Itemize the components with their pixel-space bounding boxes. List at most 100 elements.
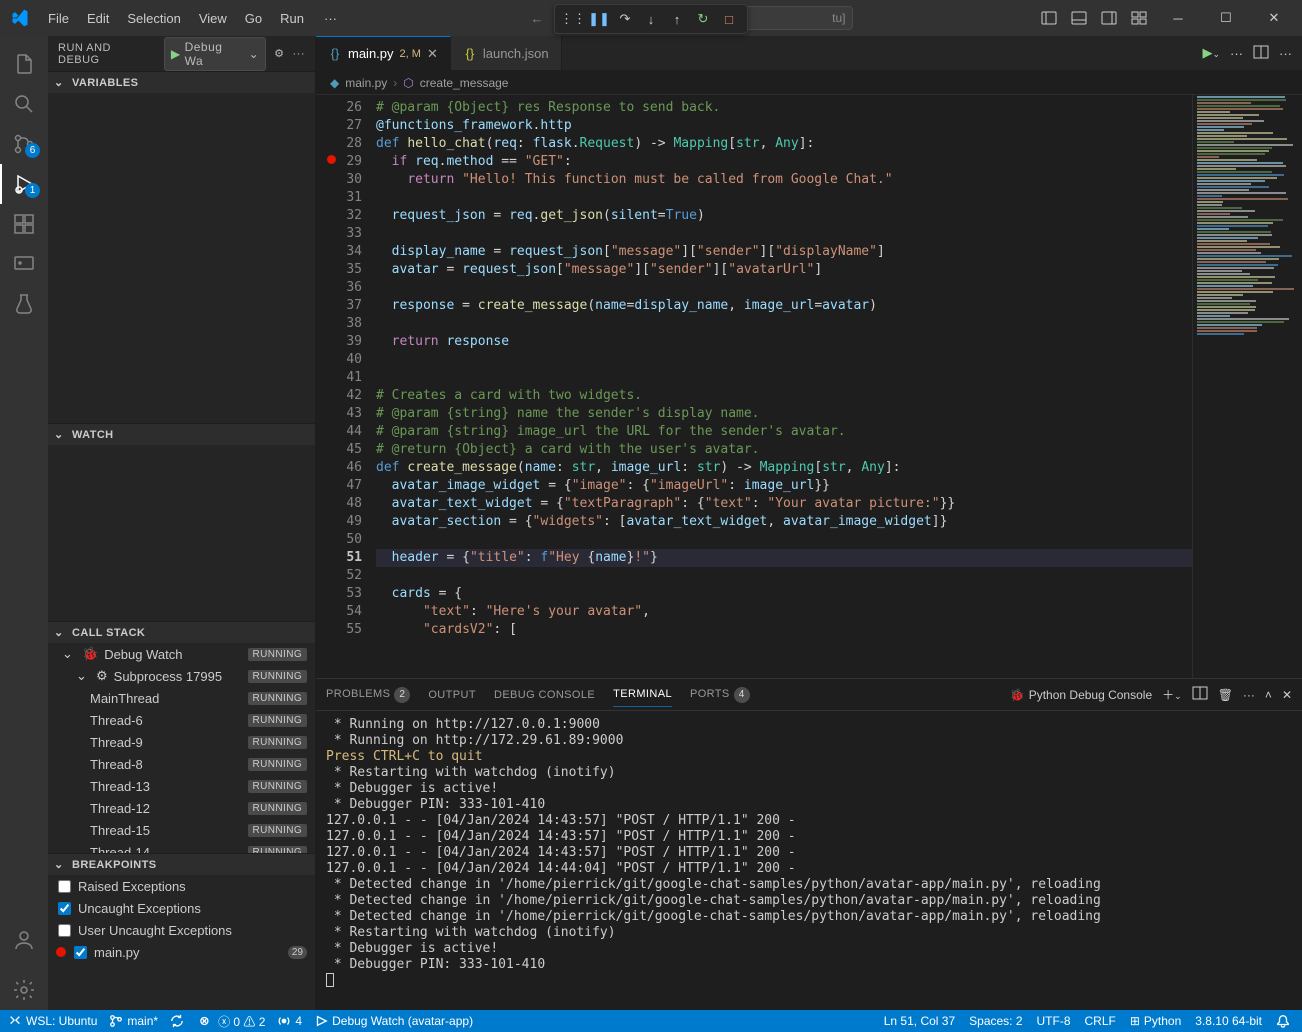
terminal-output[interactable]: * Running on http://127.0.0.1:9000 * Run… — [316, 711, 1302, 1010]
breakpoint-entry[interactable]: Raised Exceptions — [48, 875, 315, 897]
tab-close-icon[interactable]: ✕ — [427, 46, 438, 62]
callstack-entry[interactable]: ⌄🐞Debug WatchRUNNING — [48, 643, 315, 665]
breadcrumb[interactable]: ◆ main.py › ⬡ create_message — [316, 71, 1302, 95]
statusbar-label: CRLF — [1085, 1014, 1116, 1028]
callstack-entry[interactable]: ⌄⚙Subprocess 17995RUNNING — [48, 665, 315, 687]
menu-edit[interactable]: Edit — [79, 7, 117, 30]
source-control-icon[interactable]: 6 — [0, 124, 48, 164]
debug-step-into-icon[interactable]: ↓ — [641, 9, 661, 29]
breakpoint-entry[interactable]: User Uncaught Exceptions — [48, 919, 315, 941]
nav-back-icon[interactable]: ← — [531, 11, 544, 26]
menu-file[interactable]: File — [40, 7, 77, 30]
checkbox[interactable] — [56, 900, 72, 916]
code-content[interactable]: # @param {Object} res Response to send b… — [376, 95, 1192, 678]
statusbar-item[interactable]: CRLF — [1085, 1014, 1116, 1028]
callstack-entry[interactable]: Thread-13RUNNING — [48, 775, 315, 797]
statusbar-item[interactable]: Debug Watch (avatar-app) — [314, 1014, 473, 1029]
callstack-entry[interactable]: Thread-8RUNNING — [48, 753, 315, 775]
panel-tab-output[interactable]: OUTPUT — [428, 683, 476, 707]
debug-restart-icon[interactable]: ↻ — [693, 9, 713, 29]
extensions-icon[interactable] — [0, 204, 48, 244]
terminal-new-icon[interactable]: ＋⌄ — [1162, 686, 1182, 703]
terminal-profile[interactable]: 🐞 Python Debug Console — [1010, 688, 1152, 702]
layout-panel-bottom-icon[interactable] — [1068, 7, 1090, 29]
minimap[interactable] — [1192, 95, 1302, 678]
layout-panel-right-icon[interactable] — [1098, 7, 1120, 29]
panel-tab-terminal[interactable]: TERMINAL — [613, 682, 672, 707]
statusbar-item[interactable]: main* — [109, 1014, 158, 1029]
variables-label: VARIABLES — [72, 77, 138, 89]
statusbar-item[interactable] — [170, 1014, 188, 1029]
breakpoints-section-header[interactable]: ⌄ BREAKPOINTS — [48, 853, 315, 875]
title-bar: FileEditSelectionViewGoRun ··· ← → tu] ⋮… — [0, 0, 1302, 36]
editor-tab[interactable]: {}launch.json — [451, 36, 562, 70]
checkbox[interactable] — [56, 922, 72, 938]
statusbar-item[interactable] — [1276, 1014, 1294, 1029]
checkbox[interactable] — [56, 878, 72, 894]
settings-gear-icon[interactable] — [0, 970, 48, 1010]
sidebar-ellipsis-icon[interactable]: ··· — [293, 48, 306, 60]
variables-section-header[interactable]: ⌄ VARIABLES — [48, 71, 315, 93]
callstack-entry[interactable]: Thread-6RUNNING — [48, 709, 315, 731]
debug-step-over-icon[interactable]: ↷ — [615, 9, 635, 29]
statusbar-item[interactable]: WSL: Ubuntu — [8, 1014, 97, 1029]
panel-maximize-icon[interactable]: ˄ — [1265, 688, 1272, 702]
statusbar-item[interactable]: 3.8.10 64-bit — [1195, 1014, 1262, 1028]
layout-panel-left-icon[interactable] — [1038, 7, 1060, 29]
layout-customize-icon[interactable] — [1128, 7, 1150, 29]
window-minimize-icon[interactable]: ─ — [1158, 3, 1198, 33]
callstack-entry[interactable]: Thread-15RUNNING — [48, 819, 315, 841]
debug-config-selector[interactable]: ▶ Debug Wa ⌄ — [164, 37, 266, 71]
tab-more-icon[interactable]: ··· — [1279, 46, 1292, 61]
debug-toolbar: ⋮⋮ ❚❚ ↷ ↓ ↑ ↻ □ — [554, 4, 748, 34]
statusbar-item[interactable]: Spaces: 2 — [969, 1014, 1022, 1028]
editor-tab[interactable]: {}main.py2, M✕ — [316, 36, 451, 70]
callstack-section-header[interactable]: ⌄ CALL STACK — [48, 621, 315, 643]
panel-trash-icon[interactable]: 🗑 — [1218, 688, 1233, 702]
callstack-entry[interactable]: Thread-12RUNNING — [48, 797, 315, 819]
panel-tab-debug-console[interactable]: DEBUG CONSOLE — [494, 683, 595, 707]
statusbar-item[interactable]: Ln 51, Col 37 — [884, 1014, 955, 1028]
breadcrumb-file[interactable]: main.py — [345, 76, 387, 90]
menu-overflow[interactable]: ··· — [316, 7, 345, 30]
callstack-entry[interactable]: Thread-9RUNNING — [48, 731, 315, 753]
breakpoint-entry[interactable]: Uncaught Exceptions — [48, 897, 315, 919]
statusbar-item[interactable]: 4 — [277, 1014, 302, 1029]
remote-icon[interactable] — [0, 244, 48, 284]
menu-selection[interactable]: Selection — [119, 7, 188, 30]
run-play-icon[interactable]: ▶⌄ — [1202, 45, 1220, 61]
accounts-icon[interactable] — [0, 920, 48, 960]
line-numbers[interactable]: 2627282930313233343536373839404142434445… — [316, 95, 376, 678]
watch-section-header[interactable]: ⌄ WATCH — [48, 423, 315, 445]
callstack-entry[interactable]: Thread-14RUNNING — [48, 841, 315, 853]
debug-step-out-icon[interactable]: ↑ — [667, 9, 687, 29]
debug-grip-icon[interactable]: ⋮⋮ — [563, 9, 583, 29]
checkbox[interactable] — [72, 944, 88, 960]
menu-run[interactable]: Run — [272, 7, 312, 30]
callstack-entry[interactable]: MainThreadRUNNING — [48, 687, 315, 709]
search-icon[interactable] — [0, 84, 48, 124]
window-close-icon[interactable]: ✕ — [1254, 3, 1294, 33]
breadcrumb-symbol[interactable]: create_message — [420, 76, 509, 90]
testing-icon[interactable] — [0, 284, 48, 324]
panel-ellipsis-icon[interactable]: ··· — [1243, 688, 1255, 702]
explorer-icon[interactable] — [0, 44, 48, 84]
panel-tab-problems[interactable]: PROBLEMS2 — [326, 681, 410, 709]
menu-go[interactable]: Go — [237, 7, 270, 30]
panel-split-icon[interactable] — [1192, 685, 1208, 704]
statusbar-item[interactable]: UTF-8 — [1037, 1014, 1071, 1028]
window-maximize-icon[interactable]: ☐ — [1206, 3, 1246, 33]
panel-tab-ports[interactable]: PORTS4 — [690, 681, 750, 709]
statusbar-item[interactable]: ⊞Python — [1130, 1014, 1181, 1028]
split-editor-icon[interactable] — [1253, 44, 1269, 63]
debug-pause-icon[interactable]: ❚❚ — [589, 9, 609, 29]
panel-close-icon[interactable]: ✕ — [1282, 688, 1292, 702]
breakpoint-entry[interactable]: main.py29 — [48, 941, 315, 963]
menu-view[interactable]: View — [191, 7, 235, 30]
statusbar-item[interactable]: ⓧ 0 ⚠ 2 — [200, 1013, 265, 1030]
debug-stop-icon[interactable]: □ — [719, 9, 739, 29]
more-actions-icon[interactable]: ··· — [1230, 46, 1243, 61]
editor-body[interactable]: 2627282930313233343536373839404142434445… — [316, 95, 1302, 678]
run-debug-icon[interactable]: 1 — [0, 164, 48, 204]
sidebar-gear-icon[interactable]: ⚙ — [274, 47, 284, 60]
